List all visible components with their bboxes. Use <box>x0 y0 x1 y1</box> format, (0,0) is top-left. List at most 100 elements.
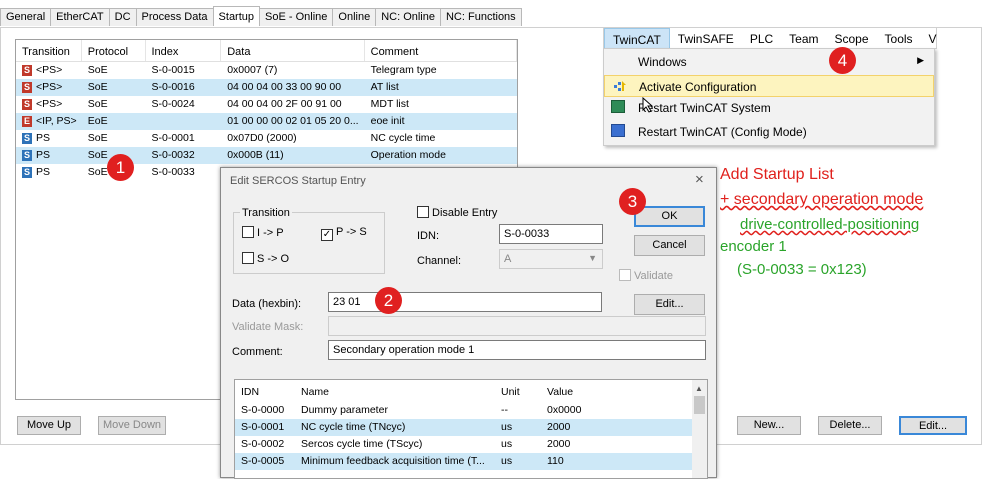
annotation-line-3: drive-controlled-positioning <box>740 216 920 233</box>
transition-ip-label: I -> P <box>257 227 284 239</box>
tab-general[interactable]: General <box>0 8 52 26</box>
table-row[interactable]: S <PS> SoE S-0-0015 0x0007 (7) Telegram type <box>16 62 517 79</box>
tab-soe-online[interactable]: SoE - Online <box>259 8 334 26</box>
validate-checkbox[interactable]: Validate <box>619 269 673 282</box>
param-row[interactable]: S-0-0005 Minimum feedback acquisition tim… <box>235 453 707 470</box>
param-row[interactable]: S-0-0000 Dummy parameter -- 0x0000 <box>235 402 707 419</box>
table-row[interactable]: S PS SoE S-0-0032 0x000B (11) Operation mode <box>16 147 517 164</box>
menu-item-windows-label: Windows <box>638 55 687 69</box>
transition-so-checkbox[interactable]: S -> O <box>242 252 289 265</box>
scroll-up-icon[interactable]: ▲ <box>695 384 703 393</box>
transition-cell: S PS <box>16 164 82 181</box>
tab-dc[interactable]: DC <box>108 8 137 26</box>
menu-item-activate-configuration-label: Activate Configuration <box>639 80 757 94</box>
param-col-name[interactable]: Name <box>295 380 495 402</box>
dialog-title: Edit SERCOS Startup Entry <box>230 175 366 187</box>
transition-text: PS <box>36 132 51 144</box>
table-row[interactable]: S PS SoE S-0-0001 0x07D0 (2000) NC cycle time <box>16 130 517 147</box>
transition-ps-checkbox[interactable]: ✓ P -> S <box>321 226 367 241</box>
param-row[interactable]: S-0-0001 NC cycle time (TNcyc) us 2000 <box>235 419 707 436</box>
index-cell: S-0-0033 <box>151 166 195 178</box>
table-row[interactable]: E <IP, PS> EoE 01 00 00 00 02 01 05 20 0...… <box>16 113 517 130</box>
tab-process-data[interactable]: Process Data <box>135 8 214 26</box>
param-idn-cell: S-0-0005 <box>241 455 285 467</box>
param-scrollbar[interactable]: ▲ <box>692 380 707 478</box>
protocol-cell: EoE <box>87 115 108 127</box>
menu-twinsafe[interactable]: TwinSAFE <box>670 28 742 50</box>
param-row[interactable]: S-0-0002 Sercos cycle time (TScyc) us 2000 <box>235 436 707 453</box>
column-header-data[interactable]: Data <box>221 40 365 61</box>
column-header-transition[interactable]: Transition <box>16 40 82 61</box>
data-hexbin-input[interactable]: 23 01 <box>328 292 602 312</box>
tab-online[interactable]: Online <box>332 8 377 26</box>
channel-value: A <box>504 253 512 265</box>
edit-sercos-dialog: Edit SERCOS Startup Entry × Transition I… <box>220 167 717 479</box>
idn-input[interactable]: S-0-0033 <box>499 224 603 244</box>
menu-bar: TwinCAT TwinSAFE PLC Team Scope Tools V <box>603 27 937 50</box>
menu-scope[interactable]: Scope <box>827 28 877 50</box>
comment-input[interactable]: Secondary operation mode 1 <box>328 340 706 360</box>
transition-ip-checkbox[interactable]: I -> P <box>242 226 284 239</box>
param-unit-cell: us <box>501 455 513 467</box>
comment-cell: Telegram type <box>370 64 437 76</box>
param-col-idn[interactable]: IDN <box>235 380 295 402</box>
channel-select[interactable]: A ▼ <box>499 249 603 269</box>
param-unit-cell: -- <box>501 404 508 416</box>
dialog-edit-button[interactable]: Edit... <box>634 294 705 315</box>
protocol-cell: SoE <box>87 98 108 110</box>
data-label: Data (hexbin): <box>232 298 302 310</box>
validate-label: Validate <box>634 270 673 282</box>
mouse-cursor-icon <box>642 96 654 113</box>
tab-nc-functions[interactable]: NC: Functions <box>439 8 522 26</box>
parameter-list[interactable]: IDN Name Unit Value S-0-0000 Dummy parame… <box>234 379 708 479</box>
param-value-cell: 0x0000 <box>547 404 582 416</box>
menu-item-activate-configuration[interactable]: Activate Configuration <box>604 75 934 97</box>
index-cell: S-0-0015 <box>151 64 195 76</box>
menu-item-restart-twincat-system-label: Restart TwinCAT System <box>638 101 771 115</box>
data-cell: 0x000B (11) <box>227 149 284 161</box>
param-value-cell: 2000 <box>547 421 571 433</box>
edit-button[interactable]: Edit... <box>899 416 967 435</box>
param-idn-cell: S-0-0002 <box>241 438 285 450</box>
close-icon[interactable]: × <box>695 171 704 188</box>
comment-cell: AT list <box>370 81 399 93</box>
param-name-cell: Minimum feedback acquisition time (T... <box>301 455 485 467</box>
menu-tools[interactable]: Tools <box>877 28 921 50</box>
param-unit-cell: us <box>501 421 513 433</box>
param-col-unit[interactable]: Unit <box>495 380 541 402</box>
column-header-protocol[interactable]: Protocol <box>82 40 146 61</box>
param-name-cell: Sercos cycle time (TScyc) <box>301 438 423 450</box>
data-cell: 0x0007 (7) <box>227 64 278 76</box>
transition-text: PS <box>36 149 51 161</box>
move-up-button[interactable]: Move Up <box>17 416 81 435</box>
table-row[interactable]: S <PS> SoE S-0-0016 04 00 04 00 33 00 90 00 A… <box>16 79 517 96</box>
ok-button[interactable]: OK <box>634 206 705 227</box>
tab-nc-online[interactable]: NC: Online <box>375 8 441 26</box>
checkbox-icon <box>242 252 254 264</box>
validate-mask-input[interactable] <box>328 316 706 336</box>
column-header-index[interactable]: Index <box>146 40 222 61</box>
disable-entry-checkbox[interactable]: Disable Entry <box>417 206 497 219</box>
cancel-button[interactable]: Cancel <box>634 235 705 256</box>
step-2-marker: 2 <box>375 287 402 314</box>
tab-ethercat[interactable]: EtherCAT <box>50 8 110 26</box>
move-down-button[interactable]: Move Down <box>98 416 166 435</box>
comment-cell: NC cycle time <box>370 132 436 144</box>
menu-plc[interactable]: PLC <box>742 28 781 50</box>
scroll-thumb[interactable] <box>694 396 705 414</box>
menu-item-restart-config-mode[interactable]: Restart TwinCAT (Config Mode) <box>604 121 934 143</box>
table-row[interactable]: S <PS> SoE S-0-0024 04 00 04 00 2F 00 91 00 M… <box>16 96 517 113</box>
soe-icon: S <box>22 167 32 178</box>
transition-ps-label: P -> S <box>336 226 367 238</box>
menu-more[interactable]: V <box>921 28 945 50</box>
eoe-icon: E <box>22 116 32 127</box>
delete-button[interactable]: Delete... <box>818 416 882 435</box>
index-cell <box>146 113 222 130</box>
column-header-comment[interactable]: Comment <box>365 40 517 61</box>
tab-startup[interactable]: Startup <box>212 6 261 26</box>
menu-team[interactable]: Team <box>781 28 826 50</box>
menu-twincat[interactable]: TwinCAT <box>604 28 670 50</box>
new-button[interactable]: New... <box>737 416 801 435</box>
param-col-value[interactable]: Value <box>541 380 691 402</box>
menu-item-windows[interactable]: Windows ▶ <box>604 51 934 73</box>
